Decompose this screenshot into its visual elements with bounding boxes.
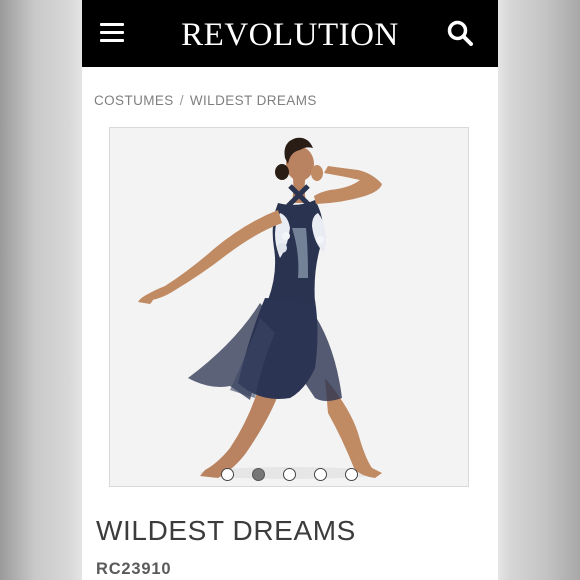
gallery-dot-5[interactable] <box>344 468 358 481</box>
product-image-gallery[interactable] <box>109 127 469 487</box>
breadcrumb: COSTUMES / WILDEST DREAMS <box>94 93 317 108</box>
product-sku: RC23910 <box>96 560 172 578</box>
gallery-dot-1[interactable] <box>220 468 234 481</box>
gallery-dot-4[interactable] <box>313 468 327 481</box>
site-logo[interactable]: REVOLUTION <box>181 19 399 52</box>
hamburger-menu-icon[interactable] <box>100 23 124 43</box>
gallery-pagination <box>110 468 468 481</box>
product-title: WILDEST DREAMS <box>96 515 356 546</box>
breadcrumb-link-costumes[interactable]: COSTUMES <box>94 93 174 108</box>
breadcrumb-separator: / <box>179 93 184 108</box>
search-icon[interactable] <box>446 19 474 47</box>
product-page: REVOLUTION COSTUMES / WILDEST DREAMS WIL… <box>82 0 498 580</box>
breadcrumb-current-page: WILDEST DREAMS <box>189 93 317 108</box>
top-navigation-bar: REVOLUTION <box>82 0 498 67</box>
gallery-dot-2-active[interactable] <box>251 468 265 481</box>
product-photo <box>138 137 382 479</box>
gallery-dot-3[interactable] <box>282 468 296 481</box>
